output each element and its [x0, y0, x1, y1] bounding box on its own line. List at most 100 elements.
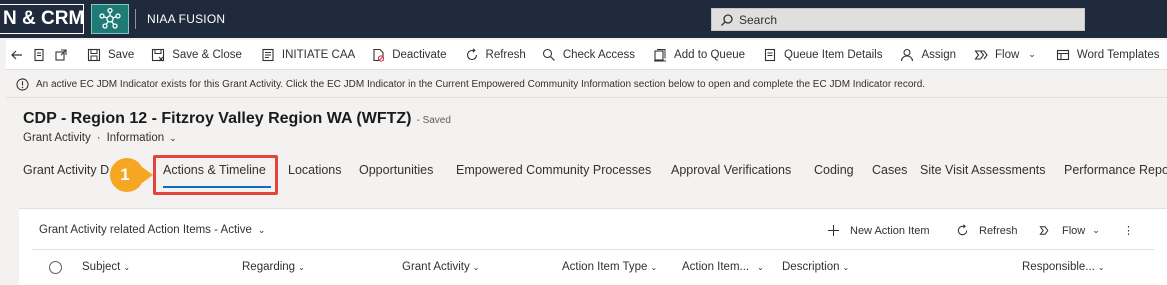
- select-all-radio[interactable]: [49, 261, 62, 274]
- column-label: Responsible...: [1022, 261, 1095, 273]
- tab-approval-verifications[interactable]: Approval Verifications: [671, 163, 791, 177]
- more-commands-button[interactable]: ⋮: [1123, 224, 1134, 237]
- assign-button[interactable]: Assign: [900, 40, 956, 70]
- flow-button[interactable]: Flow ⌄: [974, 40, 1036, 70]
- word-templates-button[interactable]: Word Templates ⌄: [1056, 40, 1167, 70]
- column-header-action-item-type[interactable]: Action Item Type ⌄: [562, 261, 657, 273]
- highlight-box: [153, 155, 278, 195]
- person-icon: [901, 48, 914, 61]
- check-access-label: Check Access: [562, 48, 636, 61]
- tab-locations[interactable]: Locations: [288, 163, 342, 177]
- chevron-down-icon: ⌄: [1028, 49, 1036, 59]
- initiate-caa-label: INITIATE CAA: [281, 48, 356, 61]
- column-label: Description: [782, 261, 840, 273]
- info-icon: [16, 78, 29, 91]
- record-title: CDP - Region 12 - Fitzroy Valley Region …: [23, 110, 451, 128]
- form-view-button[interactable]: [32, 40, 46, 70]
- column-label: Action Item Type: [562, 261, 648, 273]
- subgrid-refresh-button[interactable]: Refresh: [956, 224, 1018, 237]
- global-search-input[interactable]: Search: [711, 8, 1085, 31]
- refresh-icon: [957, 224, 968, 236]
- tab-performance-reports[interactable]: Performance Repo: [1064, 163, 1167, 177]
- tab-site-visit-assessments[interactable]: Site Visit Assessments: [920, 163, 1046, 177]
- open-new-window-icon: [55, 48, 67, 61]
- add-to-queue-label: Add to Queue: [674, 48, 746, 61]
- deactivate-label: Deactivate: [392, 48, 447, 61]
- header-divider: [135, 9, 136, 29]
- save-icon: [87, 48, 101, 61]
- separator-dot: ·: [96, 132, 101, 144]
- column-header-description[interactable]: Description ⌄: [782, 261, 849, 273]
- column-header-responsible[interactable]: Responsible... ⌄: [1022, 261, 1105, 273]
- check-access-button[interactable]: Check Access: [542, 40, 635, 70]
- chevron-down-icon: ⌄: [757, 263, 764, 272]
- flow-label: Flow: [995, 48, 1020, 61]
- save-label: Save: [108, 48, 135, 61]
- chevron-down-icon: ⌄: [650, 263, 658, 272]
- word-templates-label: Word Templates: [1076, 48, 1160, 61]
- form-selector[interactable]: Information ⌄: [107, 132, 177, 144]
- save-status: - Saved: [416, 115, 451, 126]
- initiate-caa-button[interactable]: INITIATE CAA: [261, 40, 355, 70]
- new-action-item-label: New Action Item: [850, 224, 930, 237]
- search-placeholder: Search: [739, 12, 778, 27]
- tab-cases[interactable]: Cases: [872, 163, 907, 177]
- chevron-down-icon: ⌄: [472, 263, 480, 272]
- tab-opportunities[interactable]: Opportunities: [359, 163, 433, 177]
- chevron-down-icon: ⌄: [1097, 263, 1105, 272]
- app-logo-icon[interactable]: [91, 4, 129, 34]
- add-to-queue-button[interactable]: Add to Queue: [653, 40, 745, 70]
- notification-text: An active EC JDM Indicator exists for th…: [36, 79, 926, 90]
- column-label: Action Item...: [682, 261, 750, 273]
- column-label: Regarding: [242, 261, 296, 273]
- subgrid-refresh-label: Refresh: [979, 224, 1018, 237]
- queue-details-icon: [764, 48, 776, 61]
- save-close-label: Save & Close: [172, 48, 242, 61]
- record-subtitle: Grant Activity · Information ⌄: [23, 132, 177, 144]
- column-label: Grant Activity: [402, 261, 470, 273]
- column-header-subject[interactable]: Subject ⌄: [82, 261, 130, 273]
- column-header-grant-activity[interactable]: Grant Activity ⌄: [402, 261, 479, 273]
- tab-empowered-community-processes[interactable]: Empowered Community Processes: [456, 163, 651, 177]
- word-templates-icon: [1056, 49, 1069, 60]
- queue-item-details-button[interactable]: Queue Item Details: [763, 40, 882, 70]
- flow-icon: [1039, 226, 1049, 235]
- search-icon: [720, 13, 734, 27]
- save-button[interactable]: Save: [87, 40, 134, 70]
- subgrid-title: Grant Activity related Action Items - Ac…: [39, 224, 252, 236]
- open-new-window-button[interactable]: [54, 40, 68, 70]
- action-items-subgrid: Grant Activity related Action Items - Ac…: [19, 208, 1167, 285]
- column-header-action-item[interactable]: Action Item... ⌄: [682, 261, 764, 273]
- subgrid-flow-button[interactable]: Flow ⌄: [1039, 224, 1100, 237]
- document-icon: [262, 48, 274, 61]
- subgrid-flow-label: Flow: [1062, 224, 1086, 237]
- tab-grant-activity-details[interactable]: Grant Activity D: [23, 163, 109, 177]
- form-name: Information: [106, 132, 165, 144]
- chevron-down-icon: ⌄: [123, 263, 131, 272]
- column-header-row: Subject ⌄ Regarding ⌄ Grant Activity ⌄ Acti…: [32, 249, 1154, 284]
- plus-icon: [827, 224, 840, 237]
- callout-number: 1: [120, 165, 130, 184]
- chevron-down-icon: ⌄: [257, 224, 266, 235]
- form-icon: [34, 48, 44, 61]
- deactivate-button[interactable]: Deactivate: [371, 40, 447, 70]
- refresh-icon: [466, 47, 477, 60]
- top-navigation-bar: N & CRM NIAA FUSION Search: [0, 0, 1167, 38]
- back-button[interactable]: [10, 40, 24, 70]
- tab-coding[interactable]: Coding: [814, 163, 854, 177]
- refresh-button[interactable]: Refresh: [465, 40, 526, 70]
- queue-item-details-label: Queue Item Details: [784, 48, 883, 61]
- back-arrow-icon: [11, 50, 22, 59]
- brand-title[interactable]: N & CRM: [0, 4, 84, 34]
- refresh-label: Refresh: [485, 48, 526, 61]
- view-selector[interactable]: Grant Activity related Action Items - Ac…: [39, 224, 265, 236]
- notification-bar: An active EC JDM Indicator exists for th…: [6, 72, 1167, 98]
- app-name[interactable]: NIAA FUSION: [147, 12, 225, 26]
- record-title-text: CDP - Region 12 - Fitzroy Valley Region …: [23, 110, 412, 127]
- new-action-item-button[interactable]: New Action Item: [827, 224, 929, 237]
- chevron-down-icon: ⌄: [1092, 225, 1100, 235]
- flow-icon: [974, 49, 988, 60]
- column-header-regarding[interactable]: Regarding ⌄: [242, 261, 305, 273]
- save-close-button[interactable]: Save & Close: [151, 40, 242, 70]
- chevron-down-icon: ⌄: [842, 263, 850, 272]
